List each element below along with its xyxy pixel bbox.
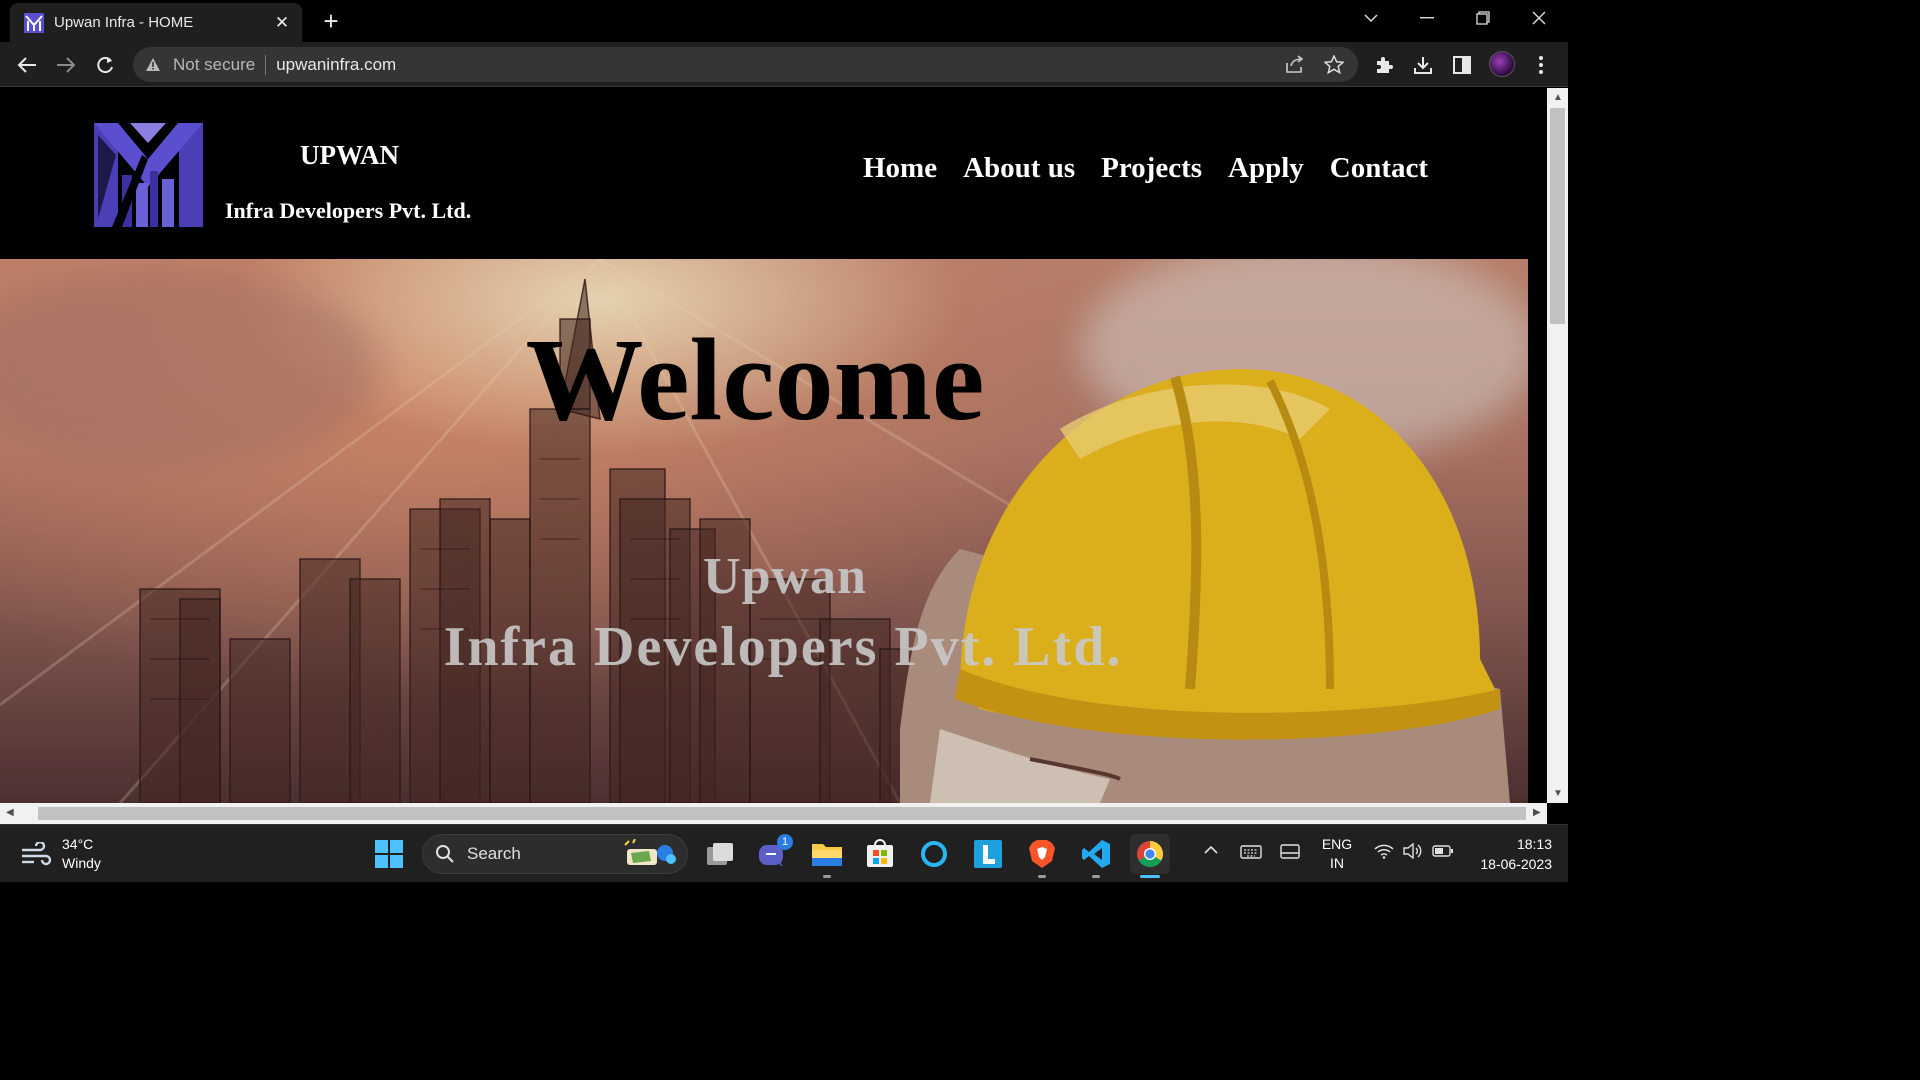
horizontal-scrollbar[interactable]: ◀ ▶ <box>0 803 1547 824</box>
brand-subtitle: Infra Developers Pvt. Ltd. <box>225 198 472 223</box>
download-icon[interactable] <box>1412 54 1434 76</box>
task-view-icon[interactable] <box>700 834 740 874</box>
running-indicator <box>1092 875 1100 878</box>
share-icon[interactable] <box>1285 54 1305 74</box>
nav-home-link[interactable]: Home <box>863 152 937 185</box>
brave-browser-icon[interactable] <box>1022 834 1062 874</box>
wind-icon <box>22 842 52 866</box>
system-clock[interactable]: 18:13 18-06-2023 <box>1470 834 1552 874</box>
language-indicator[interactable]: ENG IN <box>1320 835 1354 873</box>
browser-tab[interactable]: Upwan Infra - HOME ✕ <box>10 3 302 42</box>
warning-icon[interactable] <box>145 56 163 74</box>
windows-start-icon[interactable] <box>369 834 409 874</box>
site-favicon-icon <box>24 12 44 33</box>
nav-apply-link[interactable]: Apply <box>1228 152 1304 185</box>
side-panel-icon[interactable] <box>1451 54 1473 76</box>
brand-name: UPWAN <box>300 140 399 170</box>
clock-date: 18-06-2023 <box>1480 856 1552 872</box>
hero-company-line1: Upwan <box>703 548 867 605</box>
touch-keyboard-icon[interactable] <box>1240 845 1262 859</box>
lang-line2: IN <box>1330 855 1344 871</box>
site-header: UPWAN Infra Developers Pvt. Ltd. Home Ab… <box>0 88 1541 259</box>
nav-projects-link[interactable]: Projects <box>1101 152 1202 185</box>
scroll-down-icon[interactable]: ▼ <box>1553 788 1563 799</box>
file-explorer-icon[interactable] <box>807 834 847 874</box>
close-window-button[interactable] <box>1514 0 1564 36</box>
page-viewport: UPWAN Infra Developers Pvt. Ltd. Home Ab… <box>0 88 1547 803</box>
scroll-left-icon[interactable]: ◀ <box>6 807 14 818</box>
weather-widget[interactable]: 34°C Windy <box>20 835 101 873</box>
running-indicator <box>823 875 831 878</box>
main-nav: Home About us Projects Apply Contact <box>863 152 1428 185</box>
vscode-icon[interactable] <box>1076 834 1116 874</box>
lang-line1: ENG <box>1321 836 1353 852</box>
menu-kebab-icon[interactable] <box>1530 54 1552 76</box>
microsoft-store-icon[interactable] <box>860 834 900 874</box>
show-hidden-icons-icon[interactable] <box>1203 845 1219 855</box>
tab-strip: Upwan Infra - HOME ✕ + <box>0 0 1568 42</box>
url-text[interactable]: upwaninfra.com <box>276 55 1358 75</box>
hero-heading: Welcome <box>525 314 985 445</box>
extensions-icon[interactable] <box>1373 54 1395 76</box>
volume-icon[interactable] <box>1402 843 1422 859</box>
forward-button[interactable] <box>49 48 83 82</box>
reload-button[interactable] <box>88 48 122 82</box>
battery-icon[interactable] <box>1432 845 1454 857</box>
nav-contact-link[interactable]: Contact <box>1330 152 1428 185</box>
wifi-icon[interactable] <box>1374 843 1394 859</box>
teams-chat-icon[interactable]: 1 <box>753 834 793 874</box>
search-label: Search <box>467 844 521 863</box>
search-highlight-icon <box>624 839 676 865</box>
scroll-up-icon[interactable]: ▲ <box>1553 92 1563 103</box>
display-icon[interactable] <box>1280 844 1300 860</box>
hero-banner: Welcome Upwan Infra Developers Pvt. Ltd. <box>0 259 1528 803</box>
taskbar: 34°C Windy Search 1 ENG IN 18:13 18-06-2… <box>0 824 1568 882</box>
vertical-scrollbar[interactable]: ▲ ▼ <box>1547 88 1568 803</box>
active-indicator <box>1140 875 1160 878</box>
launcher-l-icon[interactable] <box>968 834 1008 874</box>
back-button[interactable] <box>10 48 44 82</box>
browser-toolbar: Not secure upwaninfra.com <box>0 42 1568 87</box>
taskbar-search-box[interactable]: Search <box>422 834 688 874</box>
cortana-icon[interactable] <box>914 834 954 874</box>
tab-title: Upwan Infra - HOME <box>54 14 194 31</box>
weather-desc: Windy <box>62 855 101 871</box>
bookmark-star-icon[interactable] <box>1324 54 1344 74</box>
profile-avatar[interactable] <box>1489 51 1515 77</box>
vertical-scroll-thumb[interactable] <box>1550 108 1565 324</box>
screen: Upwan Infra - HOME ✕ + Not secure upwani… <box>0 0 1568 882</box>
tab-search-icon[interactable] <box>1346 0 1396 36</box>
nav-about-link[interactable]: About us <box>963 152 1075 185</box>
company-logo[interactable] <box>92 115 205 227</box>
chrome-icon[interactable] <box>1130 834 1170 874</box>
hero-company-line2: Infra Developers Pvt. Ltd. <box>443 616 1123 678</box>
search-icon <box>436 845 454 863</box>
scroll-right-icon[interactable]: ▶ <box>1533 807 1541 818</box>
clock-time: 18:13 <box>1516 836 1552 852</box>
horizontal-scroll-thumb[interactable] <box>38 807 1526 820</box>
restore-button[interactable] <box>1458 0 1508 36</box>
running-indicator <box>1038 875 1046 878</box>
address-separator <box>265 54 267 75</box>
new-tab-button[interactable]: + <box>316 6 346 36</box>
security-label[interactable]: Not secure <box>173 55 255 75</box>
minimize-button[interactable] <box>1402 0 1452 36</box>
teams-badge: 1 <box>777 834 793 850</box>
close-tab-icon[interactable]: ✕ <box>268 9 296 37</box>
address-bar[interactable]: Not secure upwaninfra.com <box>133 47 1358 82</box>
weather-temp: 34°C <box>62 836 94 852</box>
